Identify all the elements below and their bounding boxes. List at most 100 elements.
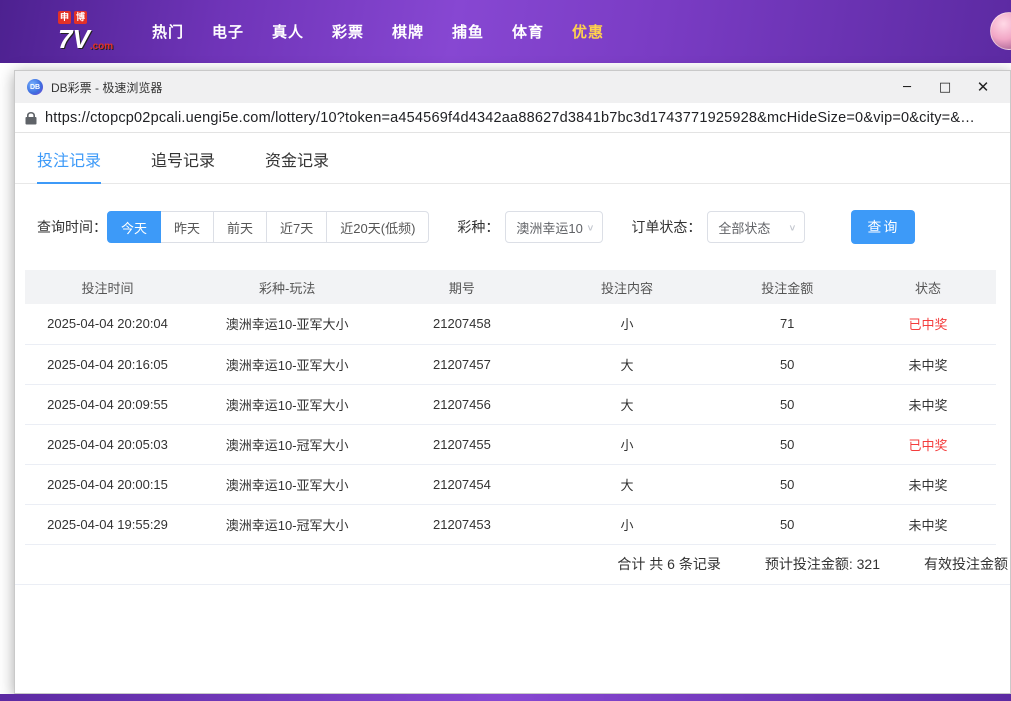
browser-app-icon: DB bbox=[27, 79, 43, 95]
logo-text: 7V bbox=[58, 24, 90, 54]
window-controls: ─ □ ✕ bbox=[888, 73, 1002, 101]
issue-cell: 21207458 bbox=[384, 304, 539, 344]
bet-amount-cell: 50 bbox=[714, 344, 860, 384]
bet-content-cell: 小 bbox=[540, 504, 715, 544]
time-filter-label: 查询时间： bbox=[37, 217, 107, 237]
game-type-cell: 澳洲幸运10-亚军大小 bbox=[190, 384, 384, 424]
bet-time-cell: 2025-04-04 19:55:29 bbox=[25, 504, 190, 544]
bet-content-cell: 大 bbox=[540, 384, 715, 424]
tab-fund-records[interactable]: 资金记录 bbox=[265, 147, 329, 183]
logo-char: 博 bbox=[74, 11, 87, 24]
nav-item-hot[interactable]: 热门 bbox=[138, 21, 198, 42]
bet-time-cell: 2025-04-04 20:16:05 bbox=[25, 344, 190, 384]
issue-cell: 21207457 bbox=[384, 344, 539, 384]
bet-amount-cell: 71 bbox=[714, 304, 860, 344]
time-filter-7days[interactable]: 近7天 bbox=[266, 211, 327, 243]
header-issue: 期号 bbox=[384, 270, 539, 304]
table-header-row: 投注时间 彩种-玩法 期号 投注内容 投注金额 状态 bbox=[25, 270, 996, 304]
table-row: 2025-04-04 20:00:15澳洲幸运10-亚军大小21207454大5… bbox=[25, 464, 996, 504]
logo-main: 7V.com bbox=[58, 26, 120, 52]
main-nav: 热门 电子 真人 彩票 棋牌 捕鱼 体育 优惠 bbox=[138, 21, 618, 42]
header-status: 状态 bbox=[860, 270, 996, 304]
nav-item-lottery[interactable]: 彩票 bbox=[318, 21, 378, 42]
game-type-cell: 澳洲幸运10-亚军大小 bbox=[190, 304, 384, 344]
avatar[interactable] bbox=[990, 12, 1011, 50]
maximize-button[interactable]: □ bbox=[926, 73, 964, 101]
status-select-value: 全部状态 bbox=[718, 218, 770, 237]
bet-table-body: 2025-04-04 20:20:04澳洲幸运10-亚军大小21207458小7… bbox=[25, 304, 996, 544]
nav-item-cards[interactable]: 棋牌 bbox=[378, 21, 438, 42]
lottery-filter-label: 彩种： bbox=[457, 217, 499, 237]
game-type-cell: 澳洲幸运10-冠军大小 bbox=[190, 504, 384, 544]
status-filter-label: 订单状态： bbox=[631, 217, 701, 237]
nav-item-promo[interactable]: 优惠 bbox=[558, 21, 618, 42]
lottery-select[interactable]: 澳洲幸运10 ∨ bbox=[505, 211, 603, 243]
issue-cell: 21207454 bbox=[384, 464, 539, 504]
filter-bar: 查询时间： 今天 昨天 前天 近7天 近20天(低频) 彩种： 澳洲幸运10 ∨… bbox=[37, 210, 1010, 244]
window-title-bar[interactable]: DB DB彩票 - 极速浏览器 ─ □ ✕ bbox=[15, 71, 1010, 103]
bet-time-cell: 2025-04-04 20:00:15 bbox=[25, 464, 190, 504]
game-type-cell: 澳洲幸运10-亚军大小 bbox=[190, 344, 384, 384]
chevron-down-icon: ∨ bbox=[788, 222, 796, 232]
game-type-cell: 澳洲幸运10-亚军大小 bbox=[190, 464, 384, 504]
minimize-button[interactable]: ─ bbox=[888, 73, 926, 101]
table-row: 2025-04-04 20:05:03澳洲幸运10-冠军大小21207455小5… bbox=[25, 424, 996, 464]
bet-time-cell: 2025-04-04 20:20:04 bbox=[25, 304, 190, 344]
time-filter-today[interactable]: 今天 bbox=[107, 211, 161, 243]
site-banner: 申 博 7V.com 热门 电子 真人 彩票 棋牌 捕鱼 体育 优惠 bbox=[0, 0, 1011, 63]
issue-cell: 21207455 bbox=[384, 424, 539, 464]
bet-amount-cell: 50 bbox=[714, 464, 860, 504]
time-filter-group: 今天 昨天 前天 近7天 近20天(低频) bbox=[107, 211, 429, 243]
nav-item-fishing[interactable]: 捕鱼 bbox=[438, 21, 498, 42]
table-row: 2025-04-04 19:55:29澳洲幸运10-冠军大小21207453小5… bbox=[25, 504, 996, 544]
summary-expected-amount: 预计投注金额: 321 bbox=[765, 554, 880, 574]
bet-content-cell: 大 bbox=[540, 344, 715, 384]
status-cell: 已中奖 bbox=[860, 424, 996, 464]
site-logo[interactable]: 申 博 7V.com bbox=[58, 11, 120, 52]
page-content: 投注记录 追号记录 资金记录 查询时间： 今天 昨天 前天 近7天 近20天(低… bbox=[15, 133, 1010, 693]
url-text[interactable]: https://ctopcp02pcali.uengi5e.com/lotter… bbox=[45, 110, 975, 126]
bet-records-table: 投注时间 彩种-玩法 期号 投注内容 投注金额 状态 2025-04-04 20… bbox=[25, 270, 996, 545]
status-select[interactable]: 全部状态 ∨ bbox=[707, 211, 805, 243]
search-button[interactable]: 查询 bbox=[851, 210, 915, 244]
tab-bet-records[interactable]: 投注记录 bbox=[37, 147, 101, 183]
url-bar[interactable]: https://ctopcp02pcali.uengi5e.com/lotter… bbox=[15, 103, 1010, 133]
table-row: 2025-04-04 20:16:05澳洲幸运10-亚军大小21207457大5… bbox=[25, 344, 996, 384]
status-cell: 未中奖 bbox=[860, 384, 996, 424]
tab-chase-records[interactable]: 追号记录 bbox=[151, 147, 215, 183]
header-game-type: 彩种-玩法 bbox=[190, 270, 384, 304]
window-title: DB彩票 - 极速浏览器 bbox=[51, 79, 162, 96]
logo-suffix: .com bbox=[90, 41, 113, 52]
bet-content-cell: 小 bbox=[540, 304, 715, 344]
bet-content-cell: 小 bbox=[540, 424, 715, 464]
bet-content-cell: 大 bbox=[540, 464, 715, 504]
issue-cell: 21207456 bbox=[384, 384, 539, 424]
bet-time-cell: 2025-04-04 20:05:03 bbox=[25, 424, 190, 464]
game-type-cell: 澳洲幸运10-冠军大小 bbox=[190, 424, 384, 464]
header-bet-content: 投注内容 bbox=[540, 270, 715, 304]
summary-total: 合计 共 6 条记录 bbox=[617, 554, 720, 574]
logo-top-row: 申 博 bbox=[58, 11, 120, 24]
header-bet-amount: 投注金额 bbox=[714, 270, 860, 304]
lock-icon bbox=[25, 111, 37, 125]
table-row: 2025-04-04 20:20:04澳洲幸运10-亚军大小21207458小7… bbox=[25, 304, 996, 344]
status-cell: 未中奖 bbox=[860, 344, 996, 384]
time-filter-day-before[interactable]: 前天 bbox=[213, 211, 267, 243]
close-button[interactable]: ✕ bbox=[964, 73, 1002, 101]
time-filter-yesterday[interactable]: 昨天 bbox=[160, 211, 214, 243]
lottery-select-value: 澳洲幸运10 bbox=[516, 218, 582, 237]
nav-item-slots[interactable]: 电子 bbox=[198, 21, 258, 42]
browser-window: DB DB彩票 - 极速浏览器 ─ □ ✕ https://ctopcp02pc… bbox=[14, 70, 1011, 694]
bet-amount-cell: 50 bbox=[714, 384, 860, 424]
time-filter-20days[interactable]: 近20天(低频) bbox=[326, 211, 429, 243]
header-bet-time: 投注时间 bbox=[25, 270, 190, 304]
table-row: 2025-04-04 20:09:55澳洲幸运10-亚军大小21207456大5… bbox=[25, 384, 996, 424]
nav-item-sports[interactable]: 体育 bbox=[498, 21, 558, 42]
bet-time-cell: 2025-04-04 20:09:55 bbox=[25, 384, 190, 424]
tab-bar: 投注记录 追号记录 资金记录 bbox=[15, 133, 1010, 184]
table-summary: 合计 共 6 条记录 预计投注金额: 321 有效投注金额 bbox=[15, 545, 1010, 585]
nav-item-live[interactable]: 真人 bbox=[258, 21, 318, 42]
bet-amount-cell: 50 bbox=[714, 424, 860, 464]
bottom-purple-strip bbox=[0, 694, 1011, 701]
issue-cell: 21207453 bbox=[384, 504, 539, 544]
